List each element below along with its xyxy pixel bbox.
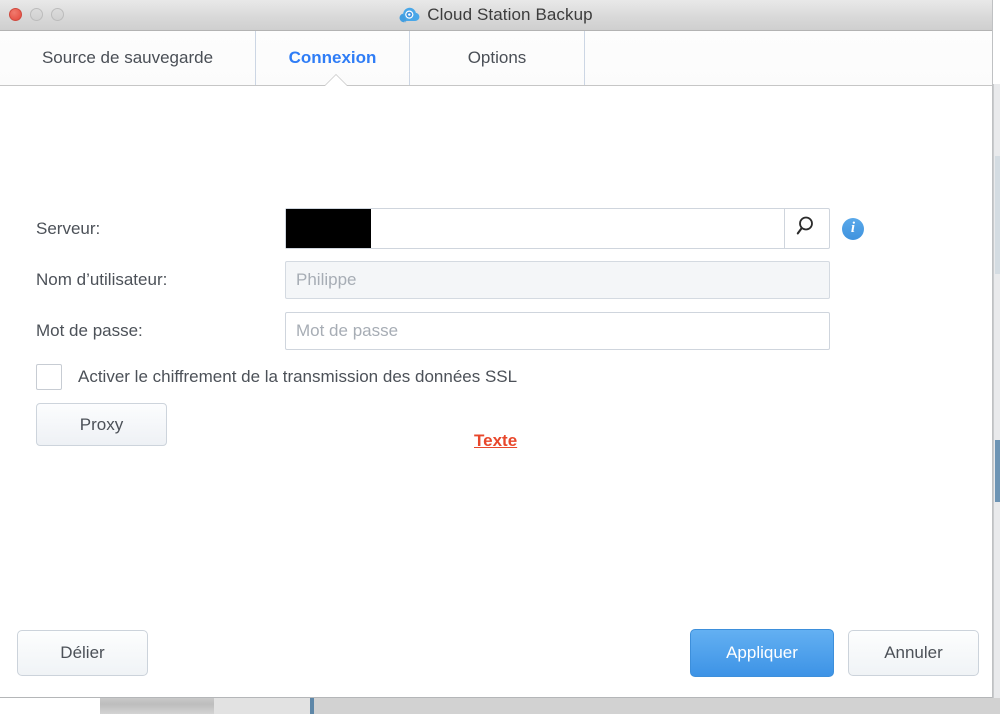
magnifier-icon [795, 214, 819, 243]
window-title: Cloud Station Backup [427, 5, 593, 25]
ssl-checkbox-label: Activer le chiffrement de la transmissio… [78, 367, 517, 387]
background-window-strip [0, 698, 1000, 714]
unlink-button[interactable]: Délier [17, 630, 148, 676]
desktop-background: Cloud Station Backup Source de sauvegard… [0, 0, 1000, 714]
tab-label: Connexion [289, 48, 377, 68]
cloud-station-backup-window: Cloud Station Backup Source de sauvegard… [0, 0, 993, 698]
background-strip-segment-right [314, 698, 1000, 714]
info-icon[interactable]: i [842, 218, 864, 240]
maximize-button[interactable] [51, 8, 64, 21]
cancel-button[interactable]: Annuler [848, 630, 979, 676]
window-title-group: Cloud Station Backup [399, 5, 593, 25]
connexion-panel: Serveur: i Nom d’utilisate [0, 86, 992, 615]
server-row: Serveur: i [36, 208, 864, 249]
password-input[interactable] [285, 312, 830, 350]
active-tab-pointer-icon [325, 75, 347, 86]
background-strip-segment-mid [214, 698, 310, 714]
background-strip-segment-left [0, 698, 100, 714]
server-search-button[interactable] [784, 208, 830, 249]
background-scrollbar[interactable] [993, 84, 1000, 698]
username-input[interactable] [285, 261, 830, 299]
ssl-checkbox[interactable] [36, 364, 62, 390]
username-row: Nom d’utilisateur: [36, 261, 830, 299]
texte-link[interactable]: Texte [474, 431, 517, 451]
tab-bar-filler [585, 31, 992, 85]
apply-button[interactable]: Appliquer [690, 629, 834, 677]
tab-options[interactable]: Options [410, 31, 585, 85]
server-input[interactable] [285, 208, 784, 249]
ssl-checkbox-row[interactable]: Activer le chiffrement de la transmissio… [36, 364, 517, 390]
title-bar: Cloud Station Backup [0, 0, 992, 31]
password-label: Mot de passe: [36, 321, 285, 341]
cloud-icon [399, 6, 420, 24]
tab-source-de-sauvegarde[interactable]: Source de sauvegarde [0, 31, 256, 85]
tab-bar: Source de sauvegarde Connexion Options [0, 31, 992, 86]
minimize-button[interactable] [30, 8, 43, 21]
server-label: Serveur: [36, 219, 285, 239]
username-label: Nom d’utilisateur: [36, 270, 285, 290]
background-scrollbar-highlight [995, 156, 1000, 274]
password-row: Mot de passe: [36, 312, 830, 350]
tab-label: Source de sauvegarde [42, 48, 213, 68]
background-scrollbar-thumb[interactable] [995, 440, 1000, 502]
tab-label: Options [468, 48, 527, 68]
dialog-footer: Délier Appliquer Annuler [0, 615, 992, 698]
close-button[interactable] [9, 8, 22, 21]
proxy-button[interactable]: Proxy [36, 403, 167, 446]
server-input-wrapper [285, 208, 784, 249]
traffic-light-group [9, 8, 64, 21]
